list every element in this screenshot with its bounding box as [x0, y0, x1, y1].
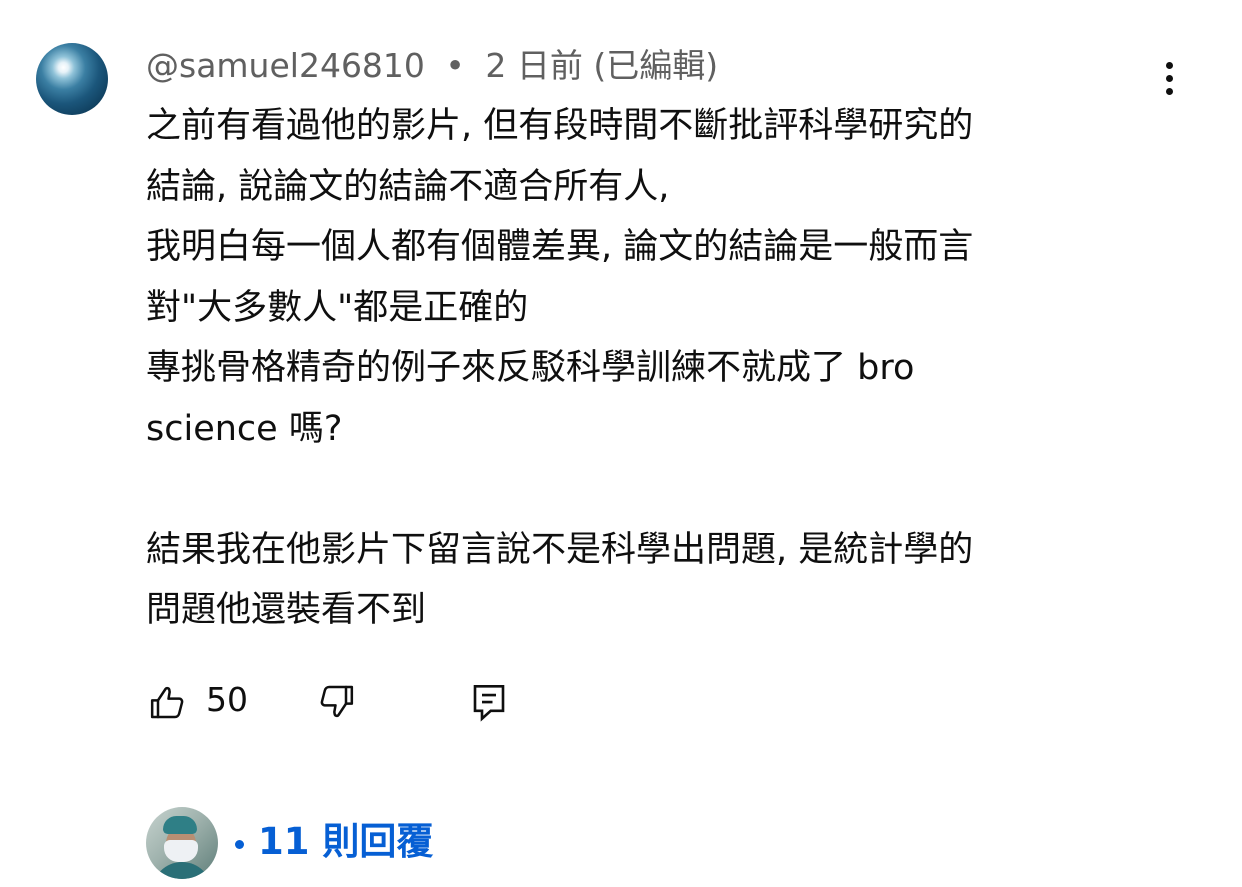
comment-text: 之前有看過他的影片, 但有段時間不斷批評科學研究的 結論, 說論文的結論不適合所… [146, 106, 974, 630]
reply-comment-icon [473, 684, 505, 722]
more-options-button[interactable] [1150, 56, 1190, 100]
edited-label: (已編輯) [593, 46, 719, 85]
author-avatar[interactable] [36, 43, 108, 115]
comment-thread: @samuel246810 • 2 日前 (已編輯) 之前有看過他的影片, 但有… [0, 0, 1242, 887]
replies-separator-dot [235, 840, 244, 849]
reply-author-avatar [146, 807, 218, 879]
like-count: 50 [206, 680, 248, 719]
header-separator: • [445, 46, 465, 85]
like-button[interactable]: 50 [146, 676, 276, 726]
replies-count-label[interactable]: 11 則回覆 [258, 819, 433, 865]
comment-header: @samuel246810 • 2 日前 (已編輯) [146, 44, 718, 88]
view-replies-button[interactable]: 11 則回覆 [146, 805, 546, 881]
dislike-button[interactable] [312, 676, 362, 726]
comment-time[interactable]: 2 日前 [485, 46, 583, 85]
reply-button[interactable] [464, 676, 514, 726]
thumbs-up-icon [150, 686, 184, 719]
thumbs-down-icon [320, 685, 354, 718]
author-handle[interactable]: @samuel246810 [146, 46, 425, 85]
